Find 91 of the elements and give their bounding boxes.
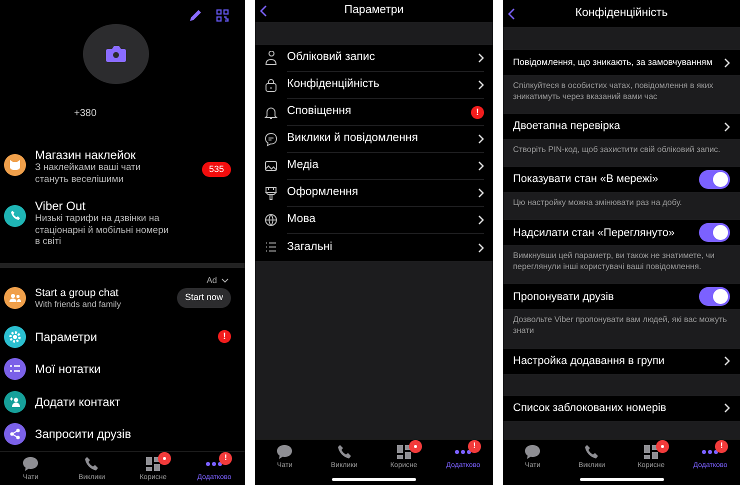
settings-row[interactable]: Обліковий запис <box>255 45 493 72</box>
promo-title[interactable]: Viber Out <box>35 198 175 214</box>
alert-badge: ! <box>218 330 231 344</box>
chat-bubble-icon <box>524 444 542 460</box>
share-icon <box>9 428 21 440</box>
menu-item[interactable]: Додати контакт <box>35 392 231 411</box>
phone-icon <box>584 444 600 460</box>
phone-number: +380 <box>74 106 98 121</box>
settings-label: Сповіщення <box>287 104 352 120</box>
alert-badge: ! <box>468 440 481 452</box>
settings-label: Медіа <box>287 158 320 174</box>
chevron-icon <box>724 356 730 366</box>
option-description: Дозвольте Viber пропонувати вам людей, які вас можуть знати <box>512 314 728 338</box>
chevron-icon <box>478 215 484 225</box>
gear-icon <box>9 330 21 343</box>
speech-bubble-icon <box>264 132 278 147</box>
people-icon <box>9 293 21 304</box>
back-icon[interactable] <box>508 8 515 20</box>
pencil-icon[interactable] <box>189 9 202 22</box>
paintbrush-icon <box>264 186 278 201</box>
chevron-icon <box>724 58 730 68</box>
cat-face-icon <box>9 158 21 171</box>
option-description: Вимкнувши цей параметр, ви також не знатимете, чи переглянули інші користувачі ваші повідомлення. <box>512 250 716 274</box>
settings-label: Конфіденційність <box>287 77 380 92</box>
screen-title: Параметри <box>344 3 404 18</box>
option-description: Створіть PIN-код, щоб захистити свій обліковий запис. <box>512 144 722 156</box>
back-icon[interactable] <box>260 5 267 17</box>
option-description: Цю настройку можна змінювати раз на добу. <box>512 197 683 210</box>
image-icon <box>264 159 278 174</box>
person-icon <box>264 51 278 66</box>
chevron-icon <box>478 80 484 90</box>
promo-title[interactable]: Магазин наклейок <box>35 148 175 162</box>
caret-icon[interactable] <box>221 278 229 283</box>
chevron-icon <box>478 161 484 171</box>
grid-icon <box>643 444 660 460</box>
settings-label: Обліковий запис <box>287 50 376 66</box>
lock-icon <box>264 78 278 93</box>
toggle-switch[interactable] <box>699 170 730 190</box>
menu-item[interactable]: Мої нотатки <box>35 360 231 378</box>
globe-icon <box>264 213 278 228</box>
toggle-switch[interactable] <box>699 223 730 242</box>
notification-badge <box>408 440 422 452</box>
settings-label: Загальні <box>287 240 334 255</box>
promo-subtitle: З наклейками ваші чати стануть веселішими <box>35 162 142 185</box>
chevron-icon <box>478 134 484 144</box>
alert-badge: ! <box>715 440 728 452</box>
alert-badge: ! <box>471 106 484 118</box>
checklist-icon <box>9 364 21 374</box>
chevron-icon <box>724 403 730 413</box>
screen-title: Конфіденційність <box>575 6 668 21</box>
menu-item[interactable]: Параметри <box>35 328 209 346</box>
settings-row[interactable]: Загальні <box>255 234 493 261</box>
person-add-icon <box>9 396 21 408</box>
more-dots-icon <box>455 450 472 454</box>
menu-item[interactable]: Запросити друзів <box>35 425 231 444</box>
chevron-icon <box>478 242 484 252</box>
ad-title: Start a group chat <box>35 286 120 300</box>
chevron-icon <box>478 188 484 198</box>
promo-subtitle: Низькі тарифи на дзвінки на стаціонарні й мобільні номери в світі <box>35 213 170 248</box>
ad-subtitle: With friends and family <box>35 299 122 310</box>
phone-icon <box>10 210 20 222</box>
settings-row[interactable]: Виклики й повідомлення <box>255 126 493 153</box>
settings-row[interactable]: Оформлення <box>255 180 493 207</box>
bell-icon <box>264 105 278 120</box>
settings-row[interactable]: Сповіщення ! <box>255 99 493 126</box>
more-dots-icon <box>206 462 222 466</box>
settings-label: Виклики й повідомлення <box>287 131 419 146</box>
ad-label: Ad <box>206 274 217 287</box>
more-dots-icon <box>702 450 718 454</box>
grid-icon <box>145 456 162 472</box>
option-description: Спілкуйтеся в особистих чатах, повідомлення в яких зникатимуть через вказаний вами час <box>512 80 714 104</box>
grid-icon <box>396 444 412 460</box>
toggle-switch[interactable] <box>699 287 730 306</box>
alert-badge: ! <box>219 452 232 464</box>
chevron-icon <box>724 122 730 132</box>
chat-bubble-icon <box>276 444 294 460</box>
qr-code-icon[interactable] <box>216 9 229 22</box>
settings-row[interactable]: Медіа <box>255 153 493 180</box>
camera-icon <box>105 44 127 63</box>
settings-row[interactable]: Конфіденційність <box>255 72 493 99</box>
notification-badge <box>158 452 172 464</box>
settings-label: Мова <box>287 212 316 228</box>
phone-icon <box>84 456 100 472</box>
chat-bubble-icon <box>22 456 40 472</box>
notification-badge <box>656 440 669 452</box>
settings-label: Оформлення <box>287 185 360 200</box>
chevron-icon <box>478 53 484 63</box>
count-badge: 535 <box>202 162 231 177</box>
settings-row[interactable]: Мова <box>255 207 493 234</box>
phone-icon <box>336 444 352 460</box>
start-now-button[interactable]: Start now <box>176 288 231 308</box>
